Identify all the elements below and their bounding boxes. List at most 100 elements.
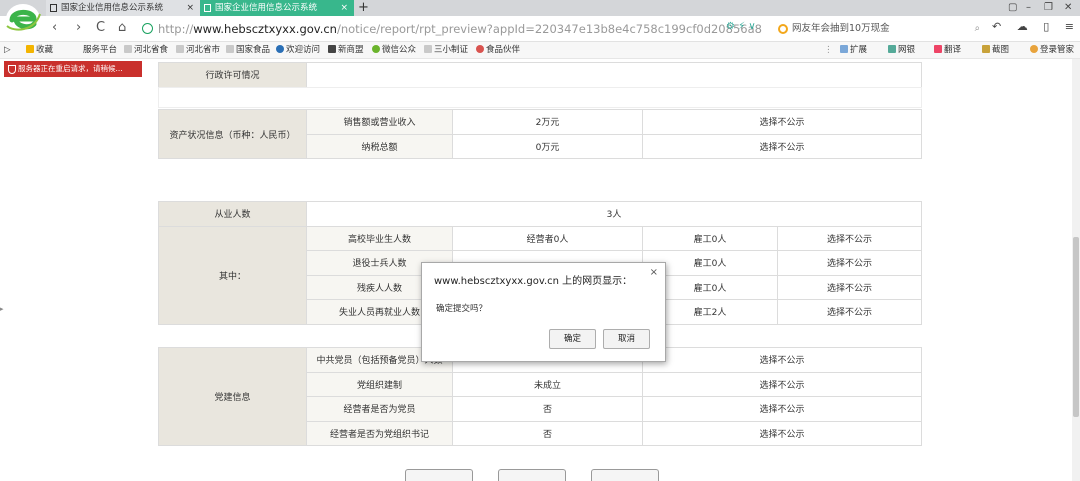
confirm-cancel-button[interactable]: 取消	[603, 329, 650, 349]
wechat-icon	[372, 45, 380, 53]
admin-license-blank	[158, 87, 922, 108]
assets-row-status: 选择不公示	[642, 133, 922, 159]
bookmark-label: 食品伙伴	[486, 45, 521, 55]
home-button[interactable]: ⌂	[118, 20, 126, 36]
page-icon	[124, 45, 132, 53]
address-tools-icon[interactable]: ⚙ ⚡ ∨	[726, 21, 756, 32]
staff-row-status: 选择不公示	[776, 225, 923, 251]
confirm-ok-button[interactable]: 确定	[549, 329, 596, 349]
screenshot-button[interactable]: 截图	[982, 44, 1009, 57]
login-manager-button[interactable]: 登录管家	[1030, 44, 1074, 57]
staff-total: 3人	[305, 201, 923, 227]
new-tab-button[interactable]: +	[358, 0, 369, 16]
toolbar-label: 登录管家	[1040, 45, 1075, 55]
assets-label: 资产状况信息（币种：人民币）	[158, 109, 307, 159]
staff-sub-label: 其中：	[158, 225, 307, 325]
page-icon	[424, 45, 432, 53]
dialog-close-icon[interactable]: ×	[650, 267, 658, 278]
toolbar-label: 网银	[898, 45, 916, 55]
refresh-button[interactable]: C	[96, 20, 105, 36]
bottom-button-2[interactable]	[498, 469, 566, 481]
bookmark-item[interactable]: 河北省食	[124, 44, 168, 57]
translate-icon	[934, 45, 942, 53]
bookmark-item[interactable]: 微信公众	[372, 44, 416, 57]
confirm-dialog: www.hebscztxyxx.gov.cn 上的网页显示： × 确定提交吗？ …	[421, 262, 666, 362]
dialog-title: www.hebscztxyxx.gov.cn 上的网页显示：	[434, 276, 633, 287]
sidebar-toggle-icon[interactable]: ▷	[4, 44, 11, 57]
bookmark-item[interactable]: 国家食品	[226, 44, 270, 57]
bookmark-item[interactable]: 收藏	[26, 44, 53, 57]
tab-title: 国家企业信用信息公示系统	[61, 3, 164, 13]
scrollbar-thumb[interactable]	[1073, 237, 1079, 417]
back-button[interactable]: ‹	[52, 20, 57, 36]
assets-table: 资产状况信息（币种：人民币） 销售额或营业收入 2万元 选择不公示 纳税总额 0…	[158, 109, 922, 159]
staff-row-name: 高校毕业生人数	[306, 225, 453, 251]
assets-row-status: 选择不公示	[642, 109, 922, 135]
bank-button[interactable]: 网银	[888, 44, 915, 57]
page-icon	[176, 45, 184, 53]
bookmark-label: 新商盟	[338, 45, 364, 55]
bookmark-label: 服务平台	[83, 45, 118, 55]
admin-license-label: 行政许可情况	[158, 62, 307, 88]
skin-icon[interactable]: ▢	[1008, 0, 1017, 16]
bookmark-item[interactable]: 新商盟	[328, 44, 364, 57]
assets-row-name: 销售额或营业收入	[306, 109, 453, 135]
toolbar-label: 截图	[992, 45, 1010, 55]
bookmark-label: 国家食品	[236, 45, 271, 55]
toolbar-icons[interactable]: ↶ ☁ ▯ ≡	[992, 20, 1080, 33]
tab-title: 国家企业信用信息公示系统	[215, 3, 318, 13]
tab-close-icon[interactable]: ×	[340, 0, 348, 16]
user-icon	[1030, 45, 1038, 53]
page-icon	[50, 4, 57, 12]
search-icon[interactable]: ⌕	[975, 21, 980, 37]
staff-row-operator: 经营者0人	[452, 225, 643, 251]
translate-button[interactable]: 翻译	[934, 44, 961, 57]
staff-row-status: 选择不公示	[776, 299, 923, 325]
bottom-button-1[interactable]	[405, 469, 473, 481]
party-row-value: 否	[452, 420, 643, 446]
shop-icon	[328, 45, 336, 53]
dialog-message: 确定提交吗？	[436, 304, 488, 314]
page-scrollbar[interactable]	[1072, 59, 1080, 481]
toolbar-label: 扩展	[850, 45, 868, 55]
search-input[interactable]: 网友年会抽到10万现金 ⌕	[778, 21, 980, 37]
party-row-value: 未成立	[452, 371, 643, 397]
staff-label: 从业人数	[158, 201, 307, 227]
browser-tab-2[interactable]: 国家企业信用信息公示系统 ×	[200, 0, 354, 16]
bookmark-item[interactable]: 服务平台	[83, 44, 117, 57]
site-security-icon[interactable]	[142, 23, 153, 34]
url-field[interactable]: http://www.hebscztxyxx.gov.cn/notice/rep…	[158, 22, 762, 36]
server-notice-banner[interactable]: 服务器正在重启请求，请稍候...	[4, 61, 142, 77]
bookmark-label: 三小制证	[434, 45, 469, 55]
forward-button[interactable]: ›	[76, 20, 81, 36]
close-window-button[interactable]: ✕	[1064, 0, 1072, 16]
admin-license-table: 行政许可情况	[158, 62, 922, 88]
panel-expand-icon[interactable]: ▸	[0, 305, 4, 313]
assets-row-value: 2万元	[452, 109, 643, 135]
party-row-name: 经营者是否为党组织书记	[306, 420, 453, 446]
search-placeholder: 网友年会抽到10万现金	[792, 23, 890, 34]
bookmarks-more-icon[interactable]: ⋮	[824, 44, 833, 57]
address-bar: ‹ › C ⌂ http://www.hebscztxyxx.gov.cn/no…	[0, 16, 1080, 42]
bookmark-item[interactable]: 河北省市	[176, 44, 220, 57]
url-host: www.hebscztxyxx.gov.cn	[193, 22, 337, 36]
maximize-button[interactable]: ❐	[1044, 0, 1053, 16]
bookmarks-bar: ▷ 收藏 服务平台 河北省食 河北省市 国家食品 欢迎访问 新商盟 微信公众 三…	[0, 42, 1080, 59]
food-partner-icon	[476, 45, 484, 53]
extensions-button[interactable]: 扩展	[840, 44, 867, 57]
bookmark-item[interactable]: 欢迎访问	[276, 44, 320, 57]
bookmark-item[interactable]: 食品伙伴	[476, 44, 520, 57]
admin-license-value	[306, 62, 922, 88]
bookmark-item[interactable]: 三小制证	[424, 44, 468, 57]
tab-close-icon[interactable]: ×	[186, 0, 194, 16]
bottom-button-3[interactable]	[591, 469, 659, 481]
search-engine-icon	[778, 24, 788, 34]
party-row-value: 否	[452, 396, 643, 422]
blank-row	[158, 87, 922, 108]
party-row-status: 选择不公示	[642, 420, 922, 446]
minimize-button[interactable]: –	[1026, 0, 1031, 16]
party-row-name: 党组织建制	[306, 371, 453, 397]
party-row-status: 选择不公示	[642, 396, 922, 422]
page-icon	[226, 45, 234, 53]
browser-tab-1[interactable]: 国家企业信用信息公示系统 ×	[46, 0, 200, 16]
